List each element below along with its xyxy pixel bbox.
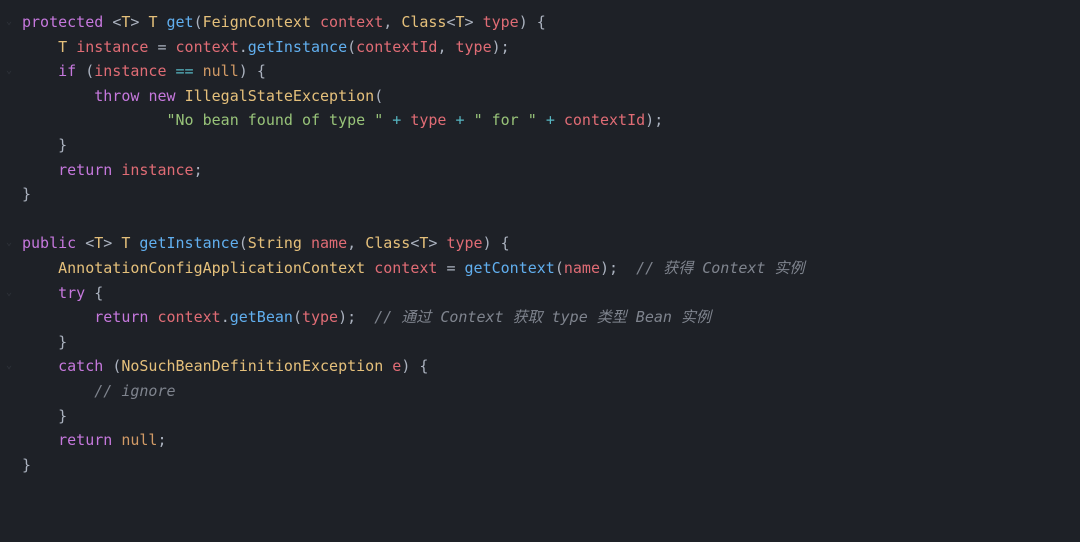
code-line: return instance;: [22, 161, 203, 179]
code-line: // ignore: [22, 382, 176, 400]
code-line: }: [22, 136, 67, 154]
code-line: try {: [22, 284, 103, 302]
code-line: }: [22, 456, 31, 474]
code-line: [22, 210, 31, 228]
code-line: public <T> T getInstance(String name, Cl…: [22, 234, 510, 252]
code-line: protected <T> T get(FeignContext context…: [22, 13, 546, 31]
code-line: "No bean found of type " + type + " for …: [22, 111, 663, 129]
gutter: ⌄ ⌄ ⌄ ⌄ ⌄: [0, 10, 18, 477]
code-line: throw new IllegalStateException(: [22, 87, 383, 105]
code-editor[interactable]: protected <T> T get(FeignContext context…: [22, 10, 1080, 477]
fold-icon[interactable]: ⌄: [0, 281, 18, 306]
code-line: }: [22, 333, 67, 351]
code-line: return null;: [22, 431, 167, 449]
code-line: }: [22, 185, 31, 203]
fold-icon[interactable]: ⌄: [0, 59, 18, 84]
fold-icon[interactable]: ⌄: [0, 231, 18, 256]
code-line: AnnotationConfigApplicationContext conte…: [22, 259, 804, 277]
code-line: T instance = context.getInstance(context…: [22, 38, 510, 56]
code-line: }: [22, 407, 67, 425]
fold-icon[interactable]: ⌄: [0, 10, 18, 35]
fold-icon[interactable]: ⌄: [0, 354, 18, 379]
code-line: if (instance == null) {: [22, 62, 266, 80]
code-line: catch (NoSuchBeanDefinitionException e) …: [22, 357, 428, 375]
code-line: return context.getBean(type); // 通过 Cont…: [22, 308, 711, 326]
